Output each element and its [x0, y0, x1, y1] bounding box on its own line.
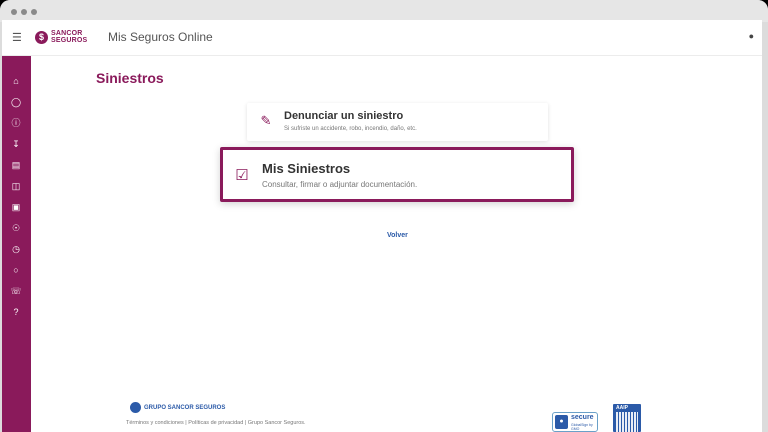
sancor-logo-text: SANCOR SEGUROS [51, 30, 88, 44]
help-icon[interactable]: ? [9, 305, 23, 319]
alert-icon[interactable]: ⓘ [9, 116, 23, 130]
report-claim-subtitle: Si sufriste un accidente, robo, incendio… [284, 126, 417, 132]
shield-icon[interactable]: ◯ [9, 95, 23, 109]
documents-icon[interactable]: ▤ [9, 158, 23, 172]
user-icon[interactable]: ● [749, 31, 754, 41]
car-icon[interactable]: ◫ [9, 179, 23, 193]
window-close-dot[interactable] [11, 9, 17, 15]
app-title: Mis Seguros Online [108, 30, 213, 44]
clock-icon[interactable]: ◷ [9, 242, 23, 256]
page-title: Siniestros [96, 70, 164, 86]
person-icon[interactable]: ☉ [9, 221, 23, 235]
aaip-label: AAIP [616, 405, 628, 411]
grupo-sancor-logo[interactable]: GRUPO SANCOR SEGUROS [130, 402, 225, 413]
download-icon[interactable]: ↧ [9, 137, 23, 151]
qr-code-icon [616, 412, 638, 432]
edit-document-icon: ✎ [260, 113, 272, 128]
sidebar: ⌂ ◯ ⓘ ↧ ▤ ◫ ▣ ☉ ◷ ○ ☏ ? [2, 56, 31, 432]
secure-badge-subtitle: GlobalSign by GMO [571, 423, 593, 431]
chat-icon[interactable]: ○ [9, 263, 23, 277]
document-check-icon: ☑ [235, 167, 249, 184]
secure-badge[interactable]: ● secure GlobalSign by GMO [552, 412, 598, 432]
my-claims-title: Mis Siniestros [262, 161, 351, 176]
app-container: ☰ $ SANCOR SEGUROS Mis Seguros Online ● … [2, 20, 762, 432]
report-claim-title: Denunciar un siniestro [284, 110, 404, 122]
secure-badge-title: secure [571, 414, 594, 421]
window-maximize-dot[interactable] [31, 9, 37, 15]
window-titlebar [0, 0, 768, 22]
gift-icon[interactable]: ▣ [9, 200, 23, 214]
sancor-logo-mark: $ [35, 30, 48, 44]
aaip-badge[interactable]: AAIP [613, 404, 641, 432]
back-link[interactable]: Volver [387, 232, 408, 239]
my-claims-subtitle: Consultar, firmar o adjuntar documentaci… [262, 180, 418, 189]
grupo-sancor-logo-text: GRUPO SANCOR SEGUROS [144, 404, 226, 411]
main-content: Siniestros ✎ Denunciar un siniestro Si s… [31, 56, 762, 432]
footer-links[interactable]: Términos y condiciones | Políticas de pr… [126, 420, 306, 426]
window-minimize-dot[interactable] [21, 9, 27, 15]
sancor-logo[interactable]: $ SANCOR SEGUROS [35, 30, 95, 44]
lock-icon: ● [555, 415, 568, 429]
grupo-sancor-logo-mark [130, 402, 141, 413]
report-claim-card[interactable]: ✎ Denunciar un siniestro Si sufriste un … [247, 103, 548, 141]
home-icon[interactable]: ⌂ [9, 74, 23, 88]
browser-window: ☰ $ SANCOR SEGUROS Mis Seguros Online ● … [0, 0, 768, 432]
top-header: ☰ $ SANCOR SEGUROS Mis Seguros Online ● [2, 20, 762, 56]
my-claims-card[interactable]: ☑ Mis Siniestros Consultar, firmar o adj… [220, 147, 574, 202]
hamburger-icon[interactable]: ☰ [12, 31, 22, 44]
phone-icon[interactable]: ☏ [9, 284, 23, 298]
